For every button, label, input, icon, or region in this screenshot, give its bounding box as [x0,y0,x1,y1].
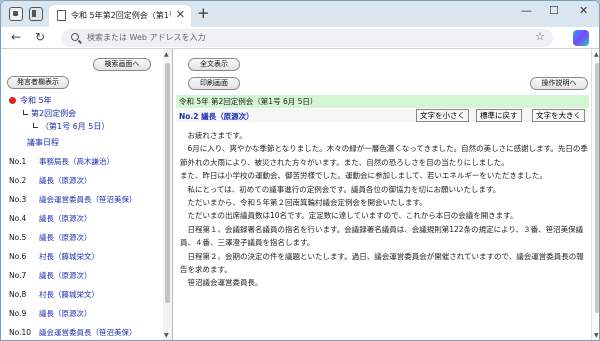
speaker-list-item[interactable]: No.2 議長（原源次） [9,175,92,186]
speaker-name-link[interactable]: 議長（原源次） [39,214,92,223]
speaker-list-item[interactable]: No.3 議会運営委員長（笹沼美保） [9,194,137,205]
speaker-name-link[interactable]: 村長（藤城栄文） [39,252,99,261]
minimize-button[interactable]: — [521,4,532,17]
transcript-paragraph: また、昨日は小学校の運動会、御苦労様でした。運動会に参加しまして、若いエネルギー… [180,171,547,181]
speaker-number: No.1 [9,157,27,166]
tree-elbow-icon [23,110,28,115]
speaker-list-item[interactable]: No.7 議長（原源次） [9,270,92,281]
tree-item-year[interactable]: 令和 5年 [9,95,52,106]
maximize-button[interactable]: ☐ [549,4,559,17]
tree-elbow-icon [33,123,38,128]
scroll-up-arrow-icon[interactable]: ▲ [164,51,169,58]
right-scrollbar[interactable]: ▲ ▼ [591,49,599,340]
new-tab-button[interactable]: + [197,4,210,22]
speaker-list-item[interactable]: No.6 村長（藤城栄文） [9,251,99,262]
font-smaller-button[interactable]: 文字を小さく [416,109,469,122]
speaker-list-item[interactable]: No.9 議長（原源次） [9,308,92,319]
left-scrollbar[interactable]: ▲ ▼ [163,49,172,340]
right-frame: 全文表示 印刷画面 操作説明へ 令和 5年 第2回定例会（第1号 6月 5日） … [174,49,599,340]
speaker-list-item[interactable]: No.8 村長（藤城栄文） [9,289,99,300]
tab-strip: 令和 5年第2回定例会（第1号 6月 ✕ + — ☐ ✕ [1,1,599,27]
speaker-list-item[interactable]: No.4 議長（原源次） [9,213,92,224]
tree-meeting-label: （第1号 6月 5日） [41,122,110,131]
speaker-number: No.3 [9,195,27,204]
speaker-name-link[interactable]: 議会運営委員長（笹沼美保） [39,195,137,204]
speaker-number: No.8 [9,290,27,299]
left-frame: 検索画面へ 発言者欄表示 令和 5年 第2回定例会 （第1号 6月 5日） 議事… [1,49,173,340]
search-screen-button[interactable]: 検索画面へ [93,58,151,71]
speaker-list-item[interactable]: No.1 事務局長（高木謙治） [9,156,114,167]
tab-title: 令和 5年第2回定例会（第1号 6月 [71,11,171,20]
profile-icon[interactable] [9,7,23,21]
speaker-name-link[interactable]: 議長（原源次） [39,176,92,185]
scroll-thumb[interactable] [595,63,599,313]
speaker-header: No.2 議長（原源次） 文字を小さく 標準に戻す 文字を大きく [176,109,589,122]
transcript-paragraph: 日程第２、会期の決定の件を議題といたします。過日、議会運営委員会が開催されていま… [180,251,584,275]
font-reset-button[interactable]: 標準に戻す [476,109,522,122]
transcript-paragraph: 6月に入り、爽やかな季節となりました。木々の緑が一層色濃くなってきました。自然の… [180,144,588,167]
scroll-thumb[interactable] [165,63,170,303]
speaker-number: No.6 [9,252,27,261]
scroll-down-arrow-icon[interactable]: ▼ [164,332,169,339]
speaker-number: No.2 [9,176,27,185]
tree-session-label: 第2回定例会 [31,109,77,118]
speaker-list-item[interactable]: No.10 議会運営委員長（笹沼美保） [9,327,137,338]
speaker-number: No.9 [9,309,27,318]
folder-open-icon [9,97,16,104]
speaker-list-item[interactable]: No.5 議長（原源次） [9,232,92,243]
font-larger-button[interactable]: 文字を大きく [532,109,585,122]
tree-year-label: 令和 5年 [20,96,52,105]
speaker-name-link[interactable]: 議長（原源次） [39,309,92,318]
speaker-name-link[interactable]: 議長（原源次） [39,233,92,242]
current-speaker: No.2 議長（原源次） [179,112,254,121]
address-bar[interactable]: 検索または Web アドレスを入力 ☆ [61,29,553,47]
show-all-button[interactable]: 全文表示 [188,58,240,71]
transcript-paragraph: ただいまから、令和５年第２回南箕輪村議会定例会を開会いたします。 [180,198,427,208]
speaker-number: No.10 [9,328,31,337]
speaker-number: No.4 [9,214,27,223]
copilot-icon[interactable] [573,30,589,46]
transcript-paragraph: 日程第１、会議録署名議員の指名を行います。会議録署名議員は、会議規則第122条の… [180,224,584,248]
transcript-paragraph: 笹沼議会運営委員長。 [180,278,263,288]
scroll-down-arrow-icon[interactable]: ▼ [594,332,599,339]
transcript-paragraph: お疲れさまです。 [180,131,247,140]
page-icon [57,10,66,21]
close-window-button[interactable]: ✕ [579,4,588,17]
speaker-number: No.5 [9,233,27,242]
speaker-name-link[interactable]: 議会運営委員長（笹沼美保） [39,328,137,337]
browser-tab[interactable]: 令和 5年第2回定例会（第1号 6月 ✕ [49,5,191,27]
speaker-name-link[interactable]: 議長（原源次） [39,271,92,280]
speaker-list-toggle-button[interactable]: 発言者欄表示 [7,76,69,89]
search-icon [71,33,79,41]
tree-item-session[interactable]: 第2回定例会 [23,108,76,119]
address-bar-row: ← ↻ 検索または Web アドレスを入力 ☆ [1,27,599,49]
transcript-body: お疲れさまです。 6月に入り、爽やかな季節となりました。木々の緑が一層色濃くなっ… [180,129,588,290]
address-placeholder: 検索または Web アドレスを入力 [87,33,206,42]
meeting-header: 令和 5年 第2回定例会（第1号 6月 5日） [176,95,589,108]
print-screen-button[interactable]: 印刷画面 [188,77,240,90]
reload-icon[interactable]: ↻ [35,30,45,44]
favorite-star-icon[interactable]: ☆ [535,30,545,43]
help-button[interactable]: 操作説明へ [530,77,588,90]
tab-actions-icon[interactable] [29,7,43,21]
tab-close-icon[interactable]: ✕ [176,8,185,21]
speaker-name-link[interactable]: 村長（藤城栄文） [39,290,99,299]
browser-window: 令和 5年第2回定例会（第1号 6月 ✕ + — ☐ ✕ ← ↻ 検索または W… [0,0,600,341]
scroll-up-arrow-icon[interactable]: ▲ [594,51,599,58]
speaker-number: No.7 [9,271,27,280]
transcript-paragraph: 私にとっては、初めての議事進行の定例会です。議員各位の御協力を切にお願いいたしま… [180,184,501,194]
back-icon[interactable]: ← [11,30,21,44]
tree-item-meeting[interactable]: （第1号 6月 5日） [33,121,109,132]
speaker-name-link[interactable]: 事務局長（高木謙治） [39,157,114,166]
agenda-link[interactable]: 議事日程 [27,137,59,148]
transcript-paragraph: ただいまの出席議員数は10名です。定足数に達していますので、これから本日の会議を… [180,211,518,221]
